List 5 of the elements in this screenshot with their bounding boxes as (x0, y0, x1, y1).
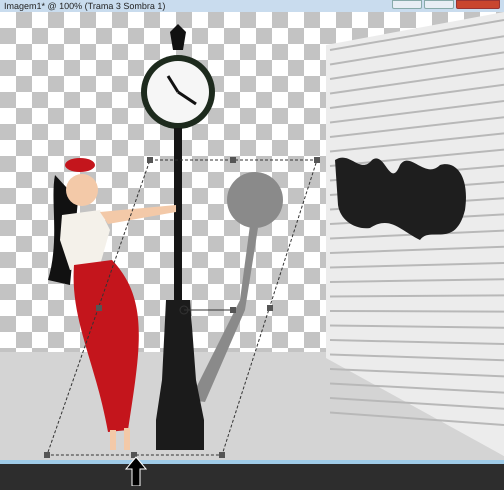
maximize-button[interactable] (424, 0, 454, 9)
close-button[interactable] (456, 0, 500, 9)
minimize-button[interactable] (392, 0, 422, 9)
window-title: Imagem1* @ 100% (Trama 3 Sombra 1) (4, 1, 166, 11)
cursor-arrow-icon (125, 456, 147, 486)
